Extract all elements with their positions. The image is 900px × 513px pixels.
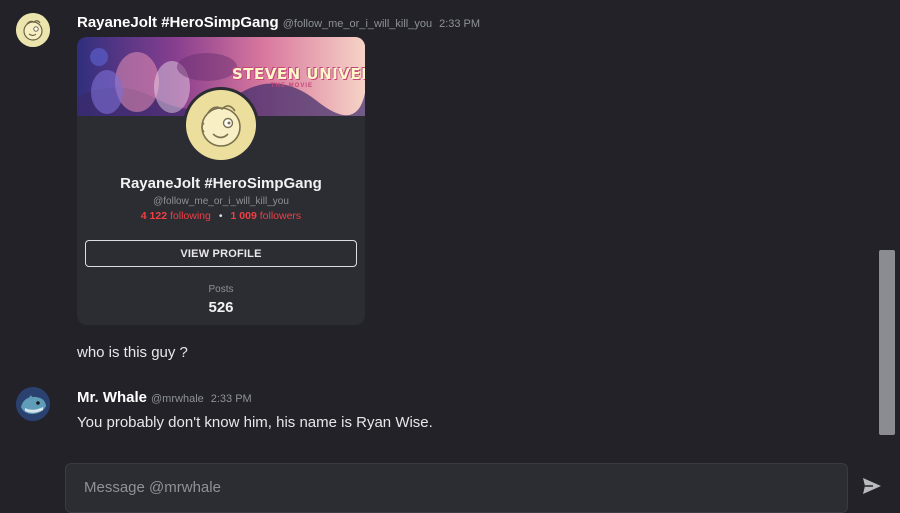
profile-avatar[interactable] — [183, 87, 259, 163]
blue-whale-icon — [16, 387, 50, 421]
banner-logo: STEVEN UNIVERSE THE MOVIE — [232, 65, 365, 89]
message-header: Mr. Whale @mrwhale 2:33 PM — [77, 389, 252, 406]
posts-label: Posts — [208, 284, 234, 295]
message-input[interactable] — [82, 475, 826, 499]
view-profile-button[interactable]: VIEW PROFILE — [85, 240, 357, 267]
message-composer — [65, 463, 848, 513]
user-handle: @follow_me_or_i_will_kill_you — [282, 18, 433, 30]
message-text: who is this guy ? — [77, 344, 188, 361]
profile-handle: @follow_me_or_i_will_kill_you — [153, 196, 289, 207]
profile-card: STEVEN UNIVERSE THE MOVIE RayaneJolt #He… — [77, 37, 365, 325]
avatar[interactable] — [16, 387, 50, 421]
message-header: RayaneJolt #HeroSimpGang @follow_me_or_i… — [77, 14, 480, 31]
timestamp: 2:33 PM — [439, 18, 481, 30]
scrollbar-thumb[interactable] — [879, 250, 895, 435]
yellow-cartoon-face-icon — [16, 13, 50, 47]
following-stat[interactable]: 4 122 following — [141, 210, 211, 222]
profile-name: RayaneJolt #HeroSimpGang — [120, 175, 322, 192]
timestamp: 2:33 PM — [210, 393, 252, 405]
username[interactable]: RayaneJolt #HeroSimpGang — [77, 14, 279, 31]
followers-stat[interactable]: 1 009 followers — [231, 210, 302, 222]
posts-count: 526 — [208, 299, 234, 316]
send-button[interactable] — [862, 477, 882, 495]
stats-separator: • — [218, 210, 223, 222]
follow-stats: 4 122 following • 1 009 followers — [77, 210, 365, 222]
message-text: You probably don't know him, his name is… — [77, 414, 433, 431]
yellow-cartoon-face-icon — [186, 90, 256, 160]
avatar[interactable] — [16, 13, 50, 47]
send-arrow-icon — [863, 478, 881, 494]
username[interactable]: Mr. Whale — [77, 389, 147, 406]
user-handle: @mrwhale — [151, 393, 204, 405]
